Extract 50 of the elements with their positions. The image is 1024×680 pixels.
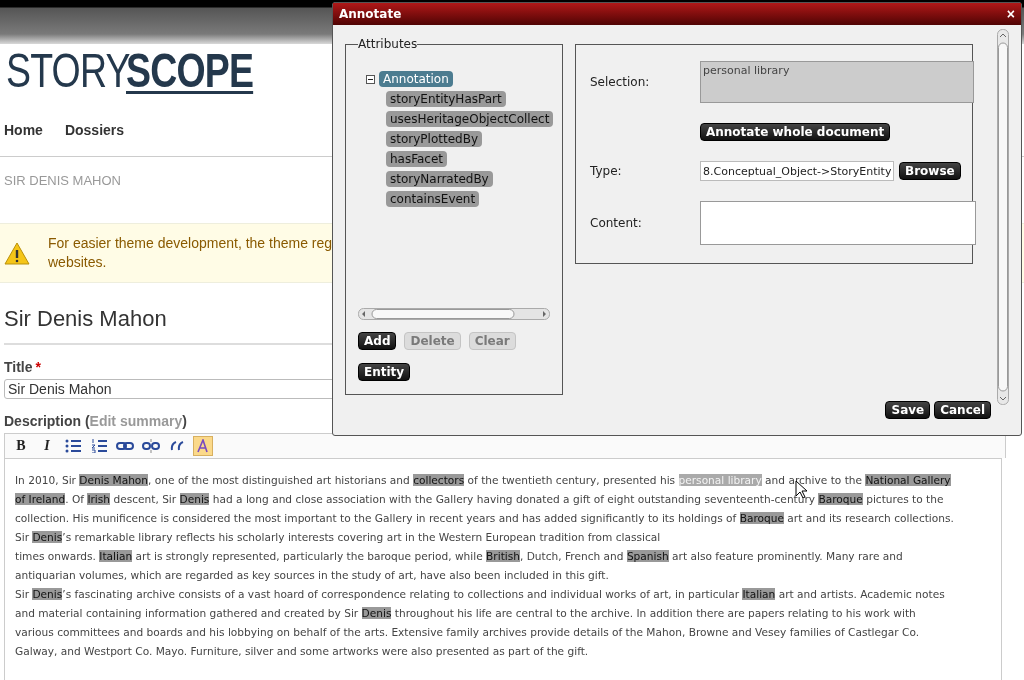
tree-node[interactable]: hasFacet — [386, 151, 448, 167]
warning-text: For easier theme development, the theme reg websites. — [48, 234, 333, 272]
field-label: Type: — [590, 164, 623, 178]
bold-button[interactable]: B — [11, 436, 31, 456]
numbers-button[interactable] — [89, 436, 109, 456]
tree-node[interactable]: storyEntityHasPart — [386, 91, 506, 107]
quote-icon — [170, 441, 184, 451]
field-label: Title — [4, 359, 33, 375]
chain-link-icon — [116, 441, 134, 451]
type-field[interactable]: 8.Conceptual_Object->StoryEntity — [700, 161, 894, 181]
tree-node[interactable]: Annotation — [379, 71, 453, 87]
unlink-button[interactable] — [141, 436, 161, 456]
dialog-button[interactable]: Cancel — [934, 401, 991, 419]
description-paragraph: In 2010, Sir Denis Mahon, one of the most distinguished art historians and collectors of the twentieth century, presented his personal library and archive to the National Gallery of Ireland. Of Irish descent, Sir Denis had a long and close association with the Gallery having donated a gift of eight outstanding seventeenth-century Baroque pictures to the collection. His munificence is considered the most important to the Gallery in recent years and has added significantly to its holdings of Baroque art and its research collections. — [15, 473, 955, 526]
editor-area[interactable] — [4, 458, 1002, 680]
collapse-icon[interactable] — [366, 74, 375, 84]
field-label: Description ( — [4, 413, 90, 429]
tree-action-button[interactable]: Add — [358, 332, 397, 350]
required-mark: * — [35, 359, 41, 375]
annotate-button[interactable] — [193, 436, 213, 456]
panel-legend: Attributes — [358, 37, 418, 51]
vertical-scrollbar[interactable] — [997, 29, 1009, 405]
breadcrumb: SIR DENIS MAHON — [4, 173, 121, 189]
nav-link[interactable]: Dossiers — [64, 122, 125, 142]
description-paragraph: Sir Denis’s fascinating archive consists of a vast hoard of correspondence relating to collections and individual works of art, in particular Italian art and artists. Academic notes and material containing information gathered and created by Sir Denis throughout his life are central to the archive. In addition there are papers relating to his work with various committees and boards and his lobbying on behalf of the arts. Extensive family archives provide details of the Mahon, Browne and Vesey families of Castlegar Co. Galway, and Westport Co. Mayo. Furniture, silver and some artworks were also presented as part of the gift. — [15, 587, 946, 659]
numbered-list-icon — [91, 439, 107, 453]
field-label: Content: — [590, 216, 643, 230]
entity-button[interactable]: Entity — [358, 363, 411, 381]
label-paren: ) — [182, 413, 187, 429]
tree-node[interactable]: usesHeritageObjectCollect — [386, 111, 554, 127]
warning-icon — [4, 241, 30, 265]
tree-node[interactable]: storyPlottedBy — [386, 131, 482, 147]
description-paragraph: times onwards. Italian art is strongly represented, particularly the baroque period, while British, Dutch, French and Spanish art also feature prominently. Many rare and antiquarian volumes, which are regarded as key sources in the study of art, have also been included in this gift. — [15, 549, 904, 583]
horizontal-scrollbar[interactable] — [358, 308, 550, 320]
content-field[interactable] — [700, 201, 976, 245]
close-button[interactable]: × — [1006, 6, 1015, 22]
bulleted-list-icon — [65, 439, 81, 453]
description-paragraph: Sir Denis’s remarkable library reflects his scholarly interests covering art in the Western European tradition from classical — [15, 530, 662, 545]
tree-node[interactable]: storyNarratedBy — [386, 171, 493, 187]
dialog-button[interactable]: Save — [885, 401, 931, 419]
tree-node[interactable]: containsEvent — [386, 191, 480, 207]
field-label: Selection: — [590, 75, 651, 89]
annotate-icon — [197, 439, 209, 453]
nav-link[interactable]: Home — [4, 122, 43, 142]
italic-button[interactable]: I — [37, 436, 57, 456]
browse-button[interactable]: Browse — [899, 162, 961, 180]
dialog-title: Annotate — [339, 7, 402, 21]
annotate-document-button[interactable]: Annotate whole document — [700, 123, 891, 141]
broken-link-icon — [142, 439, 160, 453]
page-title: Sir Denis Mahon — [4, 305, 167, 333]
